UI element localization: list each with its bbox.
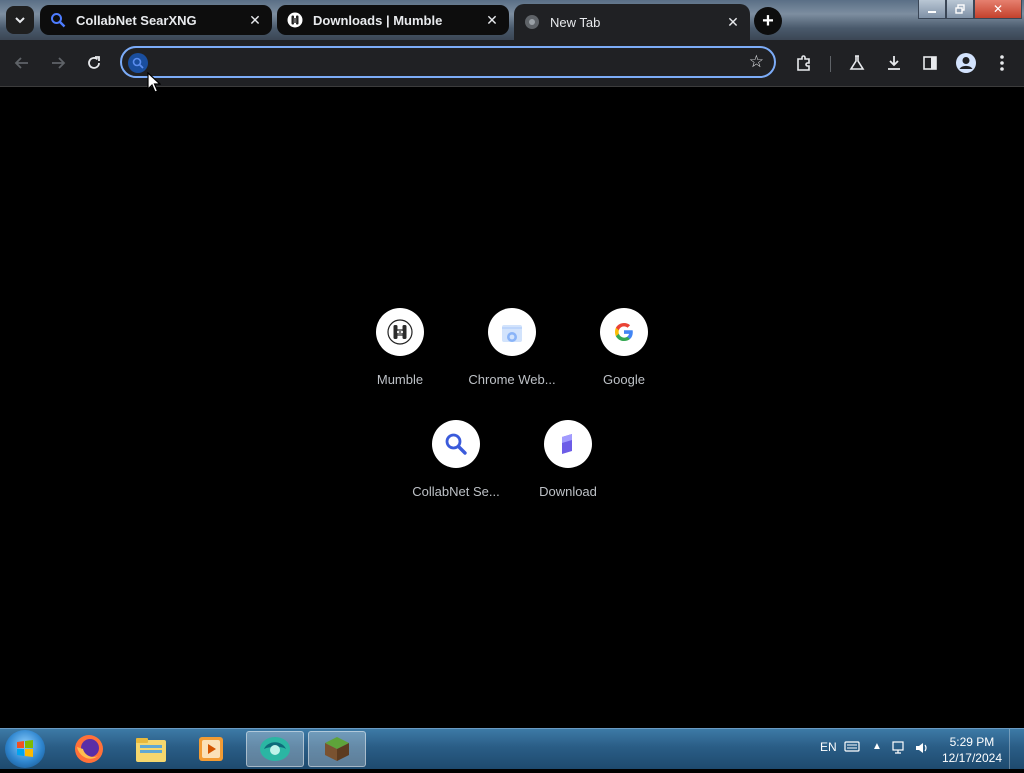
globe-icon [524, 14, 540, 30]
taskbar-media-player[interactable] [182, 731, 240, 767]
shortcut-collabnet-search[interactable]: CollabNet Se... [400, 420, 512, 532]
extensions-button[interactable] [790, 49, 818, 77]
search-icon [128, 53, 148, 73]
minimize-button[interactable] [918, 0, 946, 19]
shortcut-chrome-web-store[interactable]: Chrome Web... [456, 308, 568, 420]
clock[interactable]: 5:29 PM 12/17/2024 [942, 734, 1002, 766]
show-desktop-button[interactable] [1009, 729, 1024, 769]
restore-icon [955, 4, 965, 14]
google-icon [600, 308, 648, 356]
tab-collabnet-searxng[interactable]: CollabNet SearXNG ✕ [40, 5, 272, 35]
network-icon[interactable] [892, 741, 906, 758]
shortcut-label: Download [539, 484, 597, 499]
shortcut-mumble[interactable]: Mumble [344, 308, 456, 420]
shortcut-download[interactable]: Download [512, 420, 624, 532]
windows-logo-icon [17, 740, 33, 757]
bookmark-star-icon[interactable]: ☆ [749, 52, 764, 72]
plus-icon: + [762, 9, 774, 32]
clock-time: 5:29 PM [949, 735, 995, 749]
kebab-menu-icon [1000, 55, 1004, 71]
firefox-icon [75, 735, 103, 763]
forward-button[interactable] [44, 49, 72, 77]
mumble-icon [287, 12, 303, 28]
chevron-up-icon[interactable]: ▲ [872, 741, 882, 752]
minimize-icon [928, 11, 936, 13]
address-input[interactable] [156, 51, 740, 75]
system-tray: EN ▲ 5:29 PM 12/17/2024 [804, 729, 1024, 769]
toolbar-divider [830, 56, 831, 72]
labs-button[interactable] [843, 49, 871, 77]
close-icon: ✕ [992, 2, 1004, 16]
taskbar-file-explorer[interactable] [122, 731, 180, 767]
tab-title: Downloads | Mumble [313, 12, 443, 28]
window-controls: ✕ [918, 0, 1022, 20]
download-icon [544, 420, 592, 468]
keyboard-icon[interactable] [844, 739, 860, 756]
tab-new-tab[interactable]: New Tab ✕ [514, 4, 750, 40]
download-icon [888, 56, 900, 70]
arrow-left-icon [14, 57, 28, 69]
side-panel-button[interactable] [916, 49, 944, 77]
reload-button[interactable] [80, 49, 108, 77]
chrome-web-store-icon [488, 308, 536, 356]
puzzle-icon [797, 55, 810, 71]
browser-icon [260, 737, 290, 761]
side-panel-icon [923, 56, 937, 70]
shortcut-label: CollabNet Se... [412, 484, 500, 499]
shortcut-label: Google [603, 372, 645, 387]
arrow-right-icon [52, 57, 66, 69]
taskbar-minecraft[interactable] [308, 731, 366, 767]
profile-button[interactable] [952, 49, 980, 77]
clock-date: 12/17/2024 [941, 751, 1002, 765]
taskbar-browser[interactable] [246, 731, 304, 767]
chevron-down-icon [15, 17, 25, 24]
shortcut-google[interactable]: Google [568, 308, 680, 420]
mouse-cursor-icon [147, 72, 161, 93]
close-icon[interactable]: ✕ [722, 11, 744, 33]
tab-title: New Tab [550, 14, 601, 30]
tab-strip: CollabNet SearXNG ✕ Downloads | Mumble ✕… [0, 0, 1024, 40]
volume-icon[interactable] [914, 740, 930, 759]
tab-search-button[interactable] [6, 6, 34, 34]
minecraft-icon [325, 737, 349, 761]
close-icon[interactable]: ✕ [481, 9, 503, 31]
search-icon [432, 420, 480, 468]
start-button[interactable] [5, 730, 45, 768]
restore-button[interactable] [946, 0, 974, 19]
new-tab-button[interactable]: + [754, 7, 782, 35]
menu-button[interactable] [988, 49, 1016, 77]
tab-title: CollabNet SearXNG [76, 12, 197, 28]
back-button[interactable] [8, 49, 36, 77]
file-explorer-icon [136, 738, 166, 762]
taskbar: EN ▲ 5:29 PM 12/17/2024 [0, 728, 1024, 769]
mumble-icon [376, 308, 424, 356]
close-window-button[interactable]: ✕ [974, 0, 1022, 19]
shortcut-label: Chrome Web... [468, 372, 556, 387]
downloads-button[interactable] [880, 49, 908, 77]
shortcut-label: Mumble [376, 372, 424, 387]
taskbar-firefox[interactable] [60, 731, 118, 767]
language-indicator[interactable]: EN [820, 740, 837, 754]
flask-icon [849, 55, 865, 70]
search-icon [50, 12, 66, 28]
tab-downloads-mumble[interactable]: Downloads | Mumble ✕ [277, 5, 509, 35]
reload-icon [88, 56, 100, 69]
address-bar[interactable]: ☆ [120, 46, 776, 78]
avatar-icon [956, 53, 976, 73]
media-player-icon [199, 737, 223, 761]
close-icon[interactable]: ✕ [244, 9, 266, 31]
